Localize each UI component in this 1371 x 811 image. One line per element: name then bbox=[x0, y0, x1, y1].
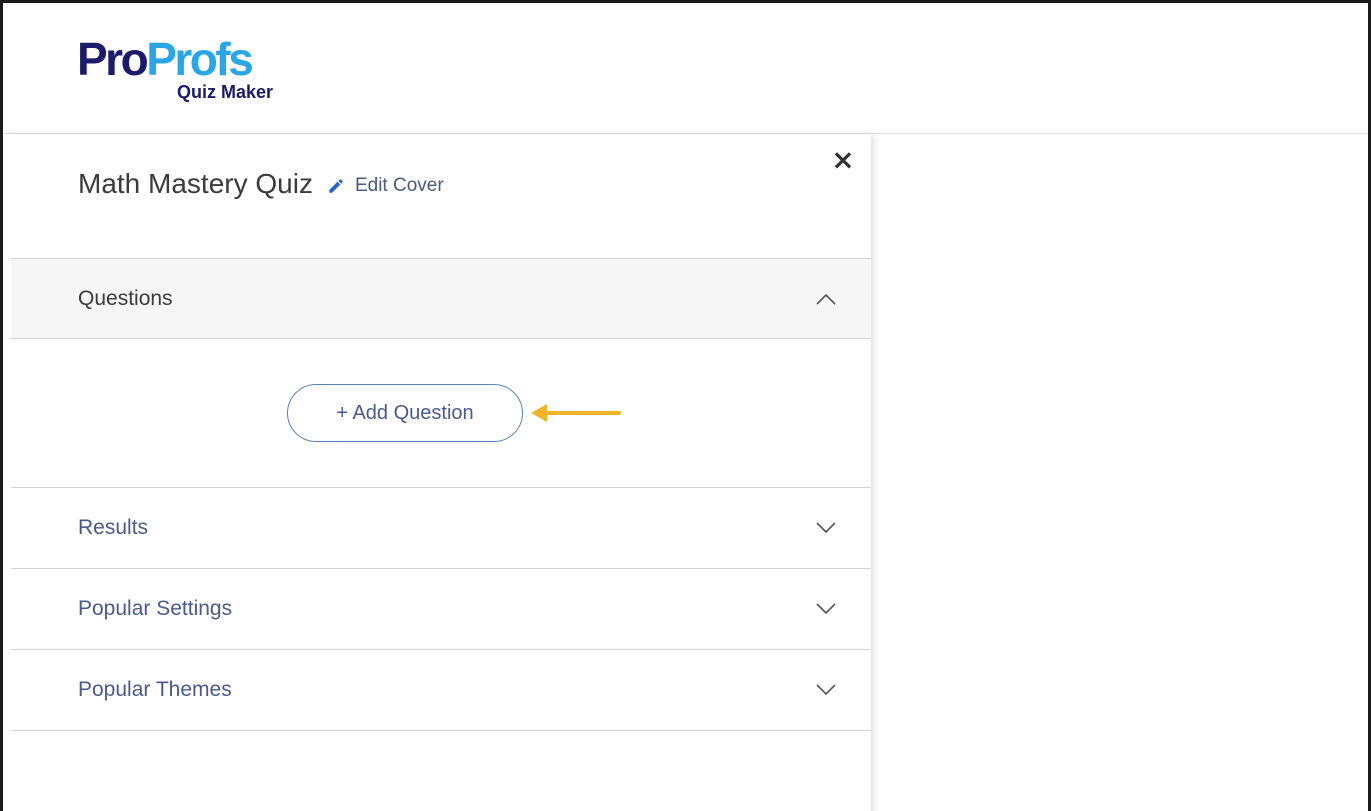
chevron-down-icon bbox=[816, 603, 836, 615]
logo-wordmark: ProProfs bbox=[77, 33, 254, 85]
results-section: Results bbox=[11, 487, 871, 568]
popular-settings-section-header[interactable]: Popular Settings bbox=[11, 569, 871, 649]
quiz-title: Math Mastery Quiz bbox=[78, 168, 313, 199]
close-icon[interactable]: × bbox=[829, 146, 857, 174]
proprofs-quiz-maker-logo[interactable]: ProProfs Quiz Maker bbox=[77, 33, 307, 109]
popular-themes-section: Popular Themes bbox=[11, 649, 871, 731]
edit-cover-link[interactable]: Edit Cover bbox=[327, 175, 444, 197]
popular-themes-section-label: Popular Themes bbox=[78, 678, 232, 701]
popular-themes-section-header[interactable]: Popular Themes bbox=[11, 650, 871, 730]
results-section-header[interactable]: Results bbox=[11, 488, 871, 568]
edit-cover-label: Edit Cover bbox=[354, 175, 444, 196]
pencil-icon bbox=[329, 179, 343, 193]
chevron-down-icon bbox=[816, 684, 836, 696]
quiz-title-row: Math Mastery Quiz Edit Cover bbox=[78, 168, 444, 200]
chevron-down-icon bbox=[816, 522, 836, 534]
arrow-left-icon bbox=[531, 404, 621, 422]
logo-pro-text: Pro bbox=[77, 33, 149, 85]
questions-section: Questions bbox=[11, 258, 871, 339]
chevron-up-icon bbox=[816, 293, 836, 305]
app-window: ProProfs Quiz Maker × Math Mastery Quiz … bbox=[0, 0, 1371, 811]
logo-product-name: Quiz Maker bbox=[177, 82, 274, 102]
popular-settings-section: Popular Settings bbox=[11, 568, 871, 649]
questions-section-label: Questions bbox=[78, 286, 173, 310]
logo-profs-text: Profs bbox=[146, 33, 254, 85]
quiz-side-panel: × Math Mastery Quiz Edit Cover Questions… bbox=[3, 134, 871, 811]
add-question-button[interactable]: + Add Question bbox=[287, 384, 523, 442]
top-header: ProProfs Quiz Maker bbox=[3, 3, 1368, 134]
questions-content: + Add Question bbox=[11, 339, 871, 487]
results-section-label: Results bbox=[78, 516, 149, 539]
popular-settings-section-label: Popular Settings bbox=[78, 597, 233, 620]
questions-section-header[interactable]: Questions bbox=[11, 259, 871, 339]
